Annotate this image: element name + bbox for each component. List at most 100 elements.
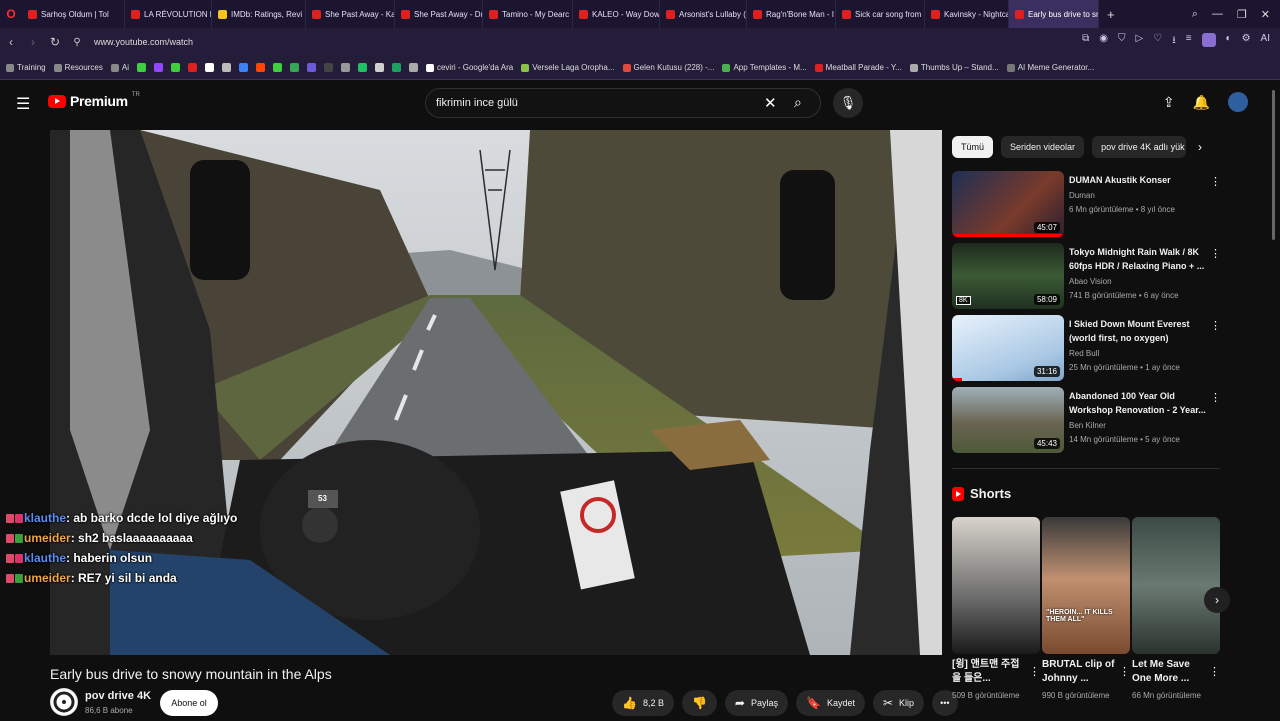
search-box[interactable]: fikrimin ince gülü ✕ ⌕ — [425, 88, 821, 118]
bookmark-favicon-icon[interactable] — [255, 63, 265, 72]
hamburger-icon[interactable]: ☰ — [16, 94, 30, 114]
more-options-icon[interactable]: ⋮ — [1119, 665, 1130, 678]
more-options-icon[interactable]: ⋮ — [1029, 665, 1040, 678]
bookmark-favicon-icon[interactable] — [340, 63, 350, 72]
browser-tab[interactable]: She Past Away - Ka — [306, 0, 395, 28]
browser-tab[interactable]: Early bus drive to snow — [1009, 0, 1099, 28]
profile-icon[interactable] — [1201, 33, 1216, 47]
bookmark-favicon-icon[interactable] — [238, 63, 248, 72]
bookmark-favicon-icon[interactable] — [153, 63, 163, 72]
more-options-icon[interactable]: ⋮ — [1210, 247, 1221, 260]
browser-tab[interactable]: KALEO - Way Down — [573, 0, 660, 28]
bookmark-favicon-icon[interactable] — [187, 63, 197, 72]
scrollbar[interactable] — [1272, 90, 1275, 240]
short-title[interactable]: Let Me Save One More ... — [1132, 658, 1206, 686]
short-title[interactable]: BRUTAL clip of Johnny ... — [1042, 658, 1116, 686]
browser-tab[interactable]: Rag'n'Bone Man - I — [747, 0, 836, 28]
bookmark-favicon-icon[interactable] — [306, 63, 316, 72]
browser-tab[interactable]: Sarhoş Oldum | Tol — [22, 0, 125, 28]
bookmark-favicon-icon[interactable] — [323, 63, 333, 72]
video-title[interactable]: Abandoned 100 Year Old Workshop Renovati… — [1069, 389, 1207, 417]
close-window-icon[interactable]: ✕ — [1261, 8, 1270, 21]
bookmark-favicon-icon[interactable] — [170, 63, 180, 72]
short-title[interactable]: [윙] 앤트맨 주접을 들은... — [952, 658, 1026, 686]
voice-search-icon[interactable]: 🎙 — [833, 88, 863, 118]
bookmark-favicon-icon[interactable] — [408, 63, 418, 72]
screenshot-icon[interactable]: ⧉ — [1082, 33, 1089, 50]
bookmark-item[interactable]: Versele Laga Oropha... — [521, 63, 615, 72]
bookmark-favicon-icon[interactable] — [289, 63, 299, 72]
ai-icon[interactable]: AI — [1261, 33, 1270, 50]
bookmark-favicon-icon[interactable] — [136, 63, 146, 72]
chevron-right-icon[interactable]: › — [1198, 140, 1202, 154]
browser-tab[interactable]: She Past Away - Du — [395, 0, 483, 28]
save-button[interactable]: 🔖 Kaydet — [796, 690, 865, 716]
more-options-icon[interactable]: ⋮ — [1210, 175, 1221, 188]
video-thumbnail[interactable]: 45:07 — [952, 171, 1064, 237]
bookmark-favicon-icon[interactable] — [272, 63, 282, 72]
video-thumbnail[interactable]: 45:43 — [952, 387, 1064, 453]
bookmark-item[interactable]: Gelen Kutusu (228) -... — [622, 63, 714, 72]
sidebar-icon[interactable]: ◐ — [1226, 33, 1232, 50]
minimize-icon[interactable]: — — [1212, 8, 1223, 20]
settings-icon[interactable]: ⚙ — [1242, 33, 1251, 50]
bookmark-item[interactable]: App Templates - M... — [722, 63, 807, 72]
menu-icon[interactable]: ≡ — [1186, 33, 1192, 50]
filter-chip[interactable]: pov drive 4K adlı yük — [1092, 136, 1187, 158]
like-button[interactable]: 👍 8,2 B — [612, 690, 674, 716]
video-title[interactable]: DUMAN Akustik Konser — [1069, 173, 1207, 187]
bookmark-folder[interactable]: Resources — [53, 63, 103, 72]
shield-icon[interactable]: ⛉ — [1118, 33, 1126, 50]
video-title[interactable]: I Skied Down Mount Everest (world first,… — [1069, 317, 1207, 345]
filter-chip[interactable]: Tümü — [952, 136, 994, 158]
search-icon[interactable]: ⌕ — [794, 94, 802, 111]
subscribe-button[interactable]: Abone ol — [160, 690, 218, 716]
channel-name[interactable]: Red Bull — [1069, 349, 1099, 358]
more-options-icon[interactable]: ⋮ — [1209, 665, 1220, 678]
share-button[interactable]: ➦ Paylaş — [724, 690, 788, 716]
more-options-icon[interactable]: ⋮ — [1210, 391, 1221, 404]
bookmark-item[interactable]: Thumbs Up – Stand... — [909, 63, 999, 72]
bookmark-folder[interactable]: Ai — [110, 63, 129, 72]
upload-icon[interactable]: ⇪ — [1163, 94, 1175, 111]
bookmark-item[interactable]: AI Meme Generator... — [1006, 63, 1094, 72]
forward-icon[interactable]: › — [22, 35, 44, 49]
video-thumbnail[interactable]: 31:16 — [952, 315, 1064, 381]
dislike-button[interactable]: 👎 — [681, 690, 717, 716]
more-options-icon[interactable]: ⋮ — [1210, 319, 1221, 332]
short-thumbnail[interactable]: "HEROIN... IT KILLS THEM ALL" — [1042, 517, 1130, 654]
download-icon[interactable]: ⭳ — [1172, 33, 1176, 50]
browser-tab[interactable]: Tamino - My Dearc — [483, 0, 573, 28]
avatar[interactable] — [1228, 92, 1248, 112]
bookmark-favicon-icon[interactable] — [204, 63, 214, 72]
browser-tab[interactable]: Kavinsky - Nightcal — [925, 0, 1009, 28]
search-input[interactable]: fikrimin ince gülü — [436, 97, 518, 109]
maximize-icon[interactable]: ❐ — [1237, 8, 1247, 21]
clip-button[interactable]: ✂ Klip — [872, 690, 925, 716]
channel-avatar[interactable] — [50, 688, 78, 716]
channel-name[interactable]: pov drive 4K — [85, 690, 151, 702]
site-info-icon[interactable]: ⚲ — [66, 37, 88, 48]
recommended-video[interactable]: 45:43 Abandoned 100 Year Old Workshop Ren… — [952, 387, 1221, 453]
recommended-video[interactable]: 31:16 I Skied Down Mount Everest (world f… — [952, 315, 1221, 381]
shorts-next-button[interactable]: › — [1204, 587, 1230, 613]
video-title[interactable]: Tokyo Midnight Rain Walk / 8K 60fps HDR … — [1069, 245, 1207, 273]
youtube-premium-logo[interactable]: Premium TR — [48, 92, 140, 109]
bookmark-folder[interactable]: Training — [6, 63, 46, 72]
filter-chip[interactable]: Seriden videolar — [1001, 136, 1085, 158]
video-thumbnail[interactable]: 8K 58:09 — [952, 243, 1064, 309]
bookmark-item[interactable]: Meatball Parade - Y... — [814, 63, 902, 72]
bookmark-favicon-icon[interactable] — [221, 63, 231, 72]
short-thumbnail[interactable] — [1132, 517, 1220, 654]
bookmark-favicon-icon[interactable] — [374, 63, 384, 72]
recommended-video[interactable]: 45:07 DUMAN Akustik Konser Duman 6 Mn görün… — [952, 171, 1221, 237]
notifications-icon[interactable]: 🔔 — [1193, 94, 1210, 111]
play-icon[interactable]: ▷ — [1136, 33, 1144, 50]
camera-icon[interactable]: ◉ — [1099, 33, 1108, 50]
heart-icon[interactable]: ♡ — [1153, 33, 1162, 50]
channel-name[interactable]: Ben Kilner — [1069, 421, 1106, 430]
search-tabs-icon[interactable]: ⌕ — [1192, 8, 1198, 21]
short-video[interactable]: "HEROIN... IT KILLS THEM ALL" BRUTAL clip… — [1042, 517, 1130, 701]
short-thumbnail[interactable] — [952, 517, 1040, 654]
browser-tab[interactable]: LA RÉVOLUTION FI — [125, 0, 212, 28]
